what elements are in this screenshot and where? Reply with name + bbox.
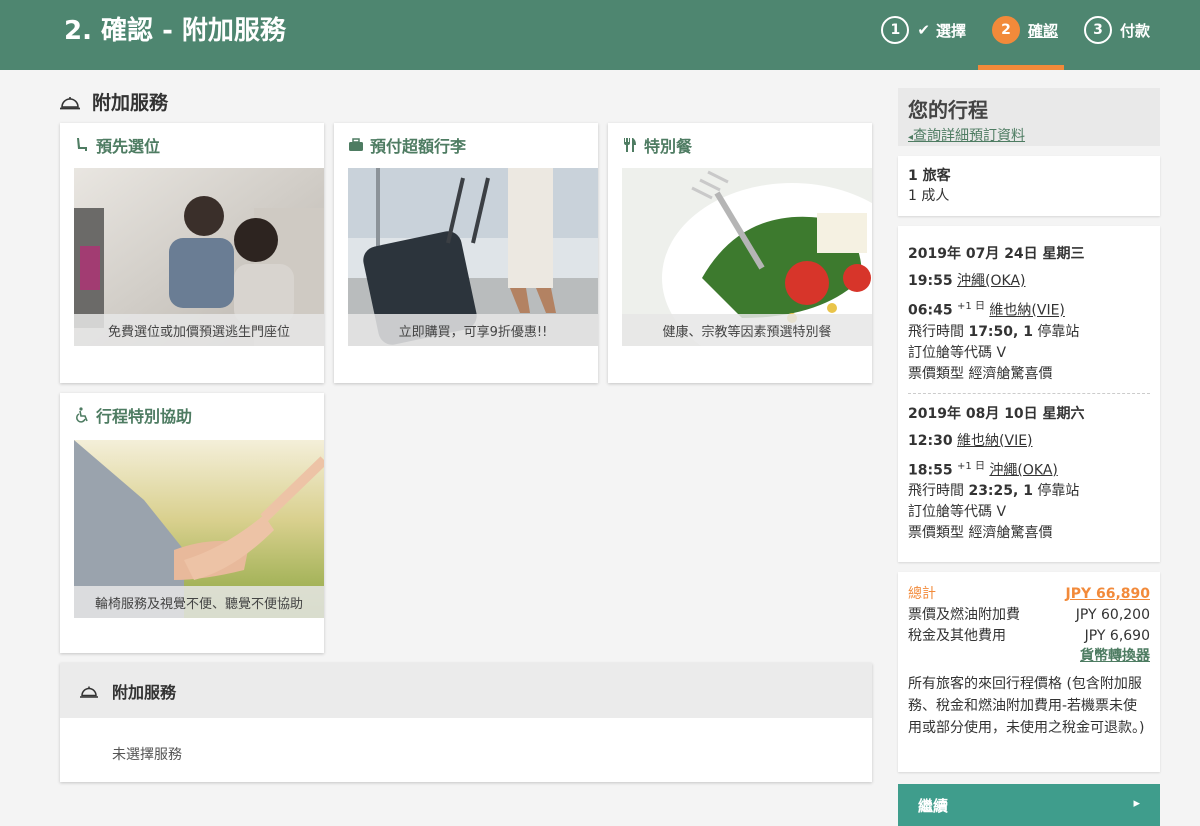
card-special-assistance[interactable]: 行程特別協助 輪椅服務及視覺不便、聽覺不便協助 — [60, 393, 324, 653]
luggage-photo: 立即購買，可享9折優惠!! — [348, 168, 598, 346]
service-bell-icon — [80, 686, 98, 698]
outbound-date: 2019年 07月 24日 星期三 — [908, 246, 1085, 262]
currency-converter-link[interactable]: 貨幣轉換器 — [1080, 648, 1150, 664]
fare-label: 票價及燃油附加費 — [908, 607, 1020, 623]
inbound-dep-time: 12:30 — [908, 432, 953, 449]
outbound-arr-plus: +1 日 — [957, 301, 985, 312]
section-title: 附加服務 — [60, 88, 168, 115]
itinerary-title: 您的行程 — [908, 98, 988, 122]
inbound-duration: 23:25, 1 — [968, 483, 1033, 500]
outbound-flight: 2019年 07月 24日 星期三 19:55 沖繩(OKA) 06:45 +1… — [908, 244, 1160, 385]
check-icon: ✔ — [917, 21, 930, 39]
step-3-label: 付款 — [1119, 21, 1150, 40]
card-title: 預先選位 — [96, 137, 161, 156]
inbound-flight: 2019年 08月 10日 星期六 12:30 維也納(VIE) 18:55 +… — [908, 404, 1160, 545]
inbound-fare-type: 票價類型 經濟艙驚喜價 — [908, 525, 1053, 542]
outbound-duration: 17:50, 1 — [968, 323, 1033, 340]
card-title: 行程特別協助 — [96, 407, 193, 426]
service-bell-icon — [60, 96, 80, 109]
card-seat-selection[interactable]: 預先選位 免費選位或加價預選逃生門座位 — [60, 123, 324, 383]
luggage-icon — [349, 138, 363, 151]
passenger-summary: 1 旅客 1 成人 — [898, 156, 1160, 216]
card-title: 特別餐 — [644, 137, 693, 156]
flight-summary: 2019年 07月 24日 星期三 19:55 沖繩(OKA) 06:45 +1… — [898, 226, 1160, 562]
inbound-booking-class: 訂位艙等代碼 V — [908, 504, 1007, 521]
tax-row: 稅金及其他費用 JPY 6,690 — [908, 626, 1150, 647]
tax-value: JPY 6,690 — [1084, 628, 1150, 644]
inbound-date: 2019年 08月 10日 星期六 — [908, 405, 1085, 422]
step-1-number: 1 — [881, 16, 910, 44]
price-note: 所有旅客的來回行程價格 (包含附加服務、稅金和燃油附加費用-若機票未使用或部分使… — [908, 676, 1145, 736]
page-title: 2. 確認 - 附加服務 — [64, 16, 286, 46]
section-title-text: 附加服務 — [92, 92, 169, 114]
card-caption: 健康、宗教等因素預選特別餐 — [622, 314, 872, 346]
page-header: 2. 確認 - 附加服務 1 ✔ 選擇 2 確認 3 付款 — [0, 0, 1200, 70]
outbound-dep-time: 19:55 — [908, 273, 953, 289]
step-2-label: 確認 — [1027, 21, 1058, 40]
inbound-dep-city: 維也納(VIE) — [957, 432, 1033, 449]
passenger-count: 1 旅客 — [908, 168, 951, 184]
card-caption: 立即購買，可享9折優惠!! — [348, 314, 598, 346]
fare-row: 票價及燃油附加費 JPY 60,200 — [908, 605, 1150, 626]
price-summary: 總計 JPY 66,890 票價及燃油附加費 JPY 60,200 稅金及其他費… — [898, 572, 1160, 772]
outbound-dep-city: 沖繩(OKA) — [957, 273, 1026, 289]
outbound-arr-time: 06:45 — [908, 302, 953, 319]
step-1-label: 選擇 — [935, 21, 966, 40]
selected-services-panel: 附加服務 未選擇服務 — [60, 663, 872, 782]
utensils-icon — [624, 138, 636, 152]
step-confirm[interactable]: 2 確認 — [991, 16, 1058, 44]
seat-icon — [77, 138, 87, 151]
step-payment[interactable]: 3 付款 — [1083, 16, 1150, 44]
wheelchair-icon — [76, 407, 88, 423]
total-label: 總計 — [908, 586, 936, 602]
progress-steps: 1 ✔ 選擇 2 確認 3 付款 — [855, 16, 1150, 44]
continue-button[interactable]: 繼續 ▸ — [898, 784, 1160, 826]
passenger-type: 1 成人 — [908, 188, 950, 204]
step-select[interactable]: 1 ✔ 選擇 — [881, 16, 966, 44]
divider — [908, 392, 1150, 394]
active-step-indicator — [978, 65, 1064, 70]
card-special-meal[interactable]: 特別餐 健康、宗教等因素預選特別餐 — [608, 123, 872, 383]
step-3-number: 3 — [1083, 16, 1112, 44]
booking-details-link[interactable]: ◂查詢詳細預訂資料 — [908, 125, 1160, 145]
inbound-arr-city: 沖繩(OKA) — [989, 462, 1058, 479]
chevron-right-icon: ▸ — [1133, 796, 1140, 811]
tax-label: 稅金及其他費用 — [908, 628, 1006, 644]
outbound-booking-class: 訂位艙等代碼 V — [908, 344, 1007, 361]
summary-empty-text: 未選擇服務 — [112, 747, 182, 763]
inbound-arr-time: 18:55 — [908, 462, 953, 479]
assistance-photo: 輪椅服務及視覺不便、聽覺不便協助 — [74, 440, 324, 618]
fare-value: JPY 60,200 — [1075, 607, 1150, 623]
inbound-arr-plus: +1 日 — [957, 460, 985, 472]
outbound-arr-city: 維也納(VIE) — [989, 302, 1065, 319]
card-caption: 免費選位或加價預選逃生門座位 — [74, 314, 324, 346]
seat-photo: 免費選位或加價預選逃生門座位 — [74, 168, 324, 346]
continue-label: 繼續 — [918, 796, 949, 815]
card-title: 預付超額行李 — [370, 137, 467, 156]
outbound-fare-type: 票價類型 經濟艙驚喜價 — [908, 365, 1053, 382]
card-caption: 輪椅服務及視覺不便、聽覺不便協助 — [74, 586, 324, 618]
itinerary-header: 您的行程 ◂查詢詳細預訂資料 — [898, 88, 1160, 146]
total-row: 總計 JPY 66,890 — [908, 584, 1150, 605]
total-value: JPY 66,890 — [1065, 586, 1150, 602]
card-prepaid-baggage[interactable]: 預付超額行李 立即購買，可享9折優惠!! — [334, 123, 598, 383]
summary-title: 附加服務 — [112, 682, 177, 702]
step-2-number: 2 — [991, 16, 1020, 44]
meal-photo: 健康、宗教等因素預選特別餐 — [622, 168, 872, 346]
